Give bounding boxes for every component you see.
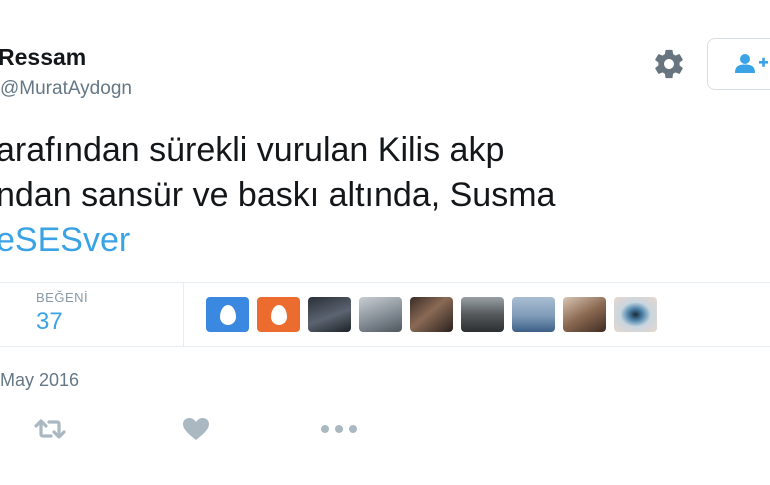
tweet-text: arafından sürekli vurulan Kilis akp ndan… [0, 128, 770, 263]
stats-divider-bottom [0, 346, 770, 347]
egg-icon [270, 304, 287, 325]
display-name[interactable]: Ressam [0, 44, 86, 71]
liker-avatars [206, 297, 657, 332]
liker-avatar-3[interactable] [308, 297, 351, 332]
likes-label[interactable]: BEĞENİ [36, 290, 88, 305]
user-handle[interactable]: @MuratAydogn [0, 78, 132, 100]
liker-avatar-8[interactable] [563, 297, 606, 332]
gear-icon [655, 49, 683, 79]
liker-avatar-6[interactable] [461, 297, 504, 332]
tweet-text-line-2: ndan sansür ve baskı altında, Susma [0, 176, 556, 214]
liker-avatar-5[interactable] [410, 297, 453, 332]
liker-avatar-1[interactable] [206, 297, 249, 332]
liker-avatar-2[interactable] [257, 297, 300, 332]
likes-count[interactable]: 37 [36, 308, 63, 336]
stats-divider-top [0, 282, 770, 283]
retweet-button[interactable] [32, 414, 68, 444]
tweet-options-button[interactable] [650, 45, 688, 83]
liker-avatar-4[interactable] [359, 297, 402, 332]
egg-icon [219, 304, 236, 325]
liker-avatar-9[interactable] [614, 297, 657, 332]
hashtag-link[interactable]: eSESver [0, 218, 770, 263]
retweet-icon [34, 419, 66, 439]
stats-vertical-divider [183, 282, 184, 346]
heart-icon [183, 418, 209, 440]
more-dots-icon [321, 425, 357, 433]
follow-button[interactable] [707, 38, 770, 90]
liker-avatar-7[interactable] [512, 297, 555, 332]
more-options-button[interactable] [320, 414, 358, 444]
tweet-text-line-1: arafından sürekli vurulan Kilis akp [0, 131, 505, 169]
tweet-date[interactable]: May 2016 [0, 370, 79, 391]
follow-user-icon [735, 54, 768, 73]
like-button[interactable] [182, 414, 210, 444]
